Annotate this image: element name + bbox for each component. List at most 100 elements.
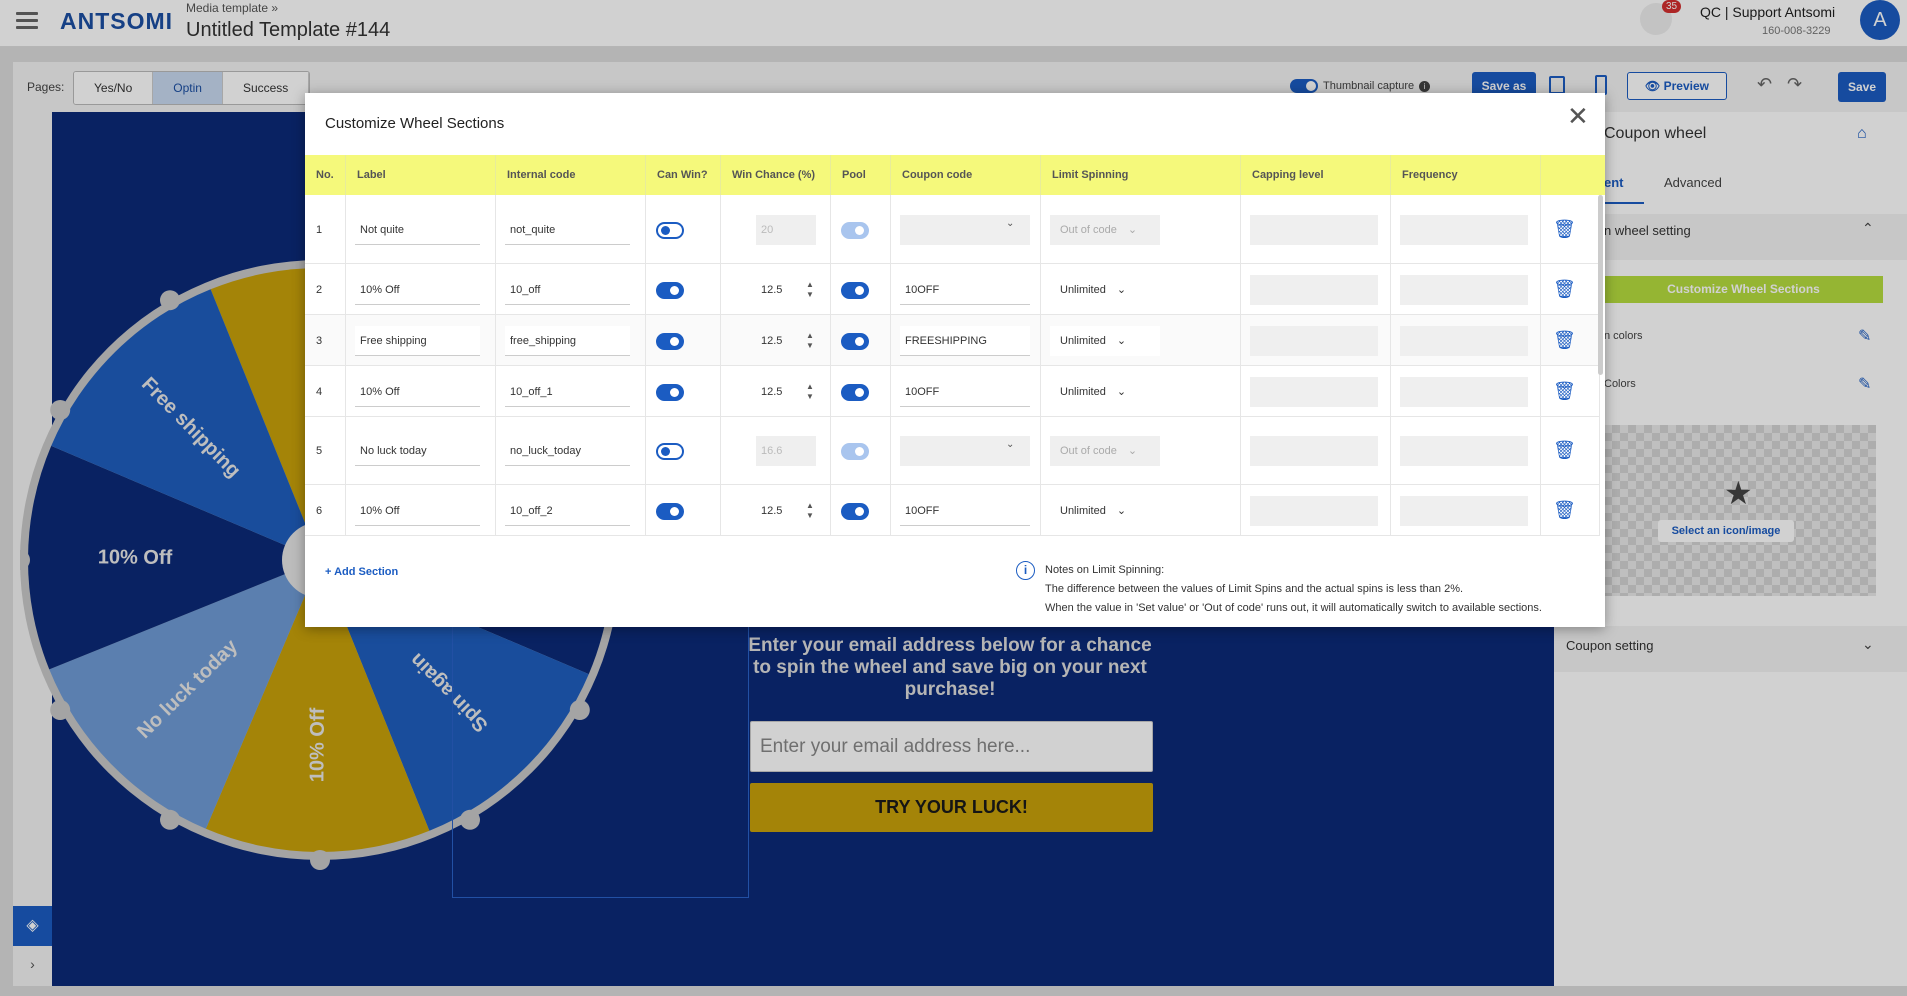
redo-icon[interactable]: ↷ [1787, 74, 1802, 95]
capping-level-input[interactable] [1250, 496, 1378, 526]
capping-level-input[interactable] [1250, 215, 1378, 245]
edit-icon[interactable]: ✎ [1858, 326, 1871, 346]
capping-level-input[interactable] [1250, 436, 1378, 466]
breadcrumb[interactable]: Media template » [186, 1, 278, 15]
stepper-icon[interactable]: ▲ ▼ [806, 331, 814, 351]
coupon-code-select[interactable]: 10OFF [900, 496, 1030, 526]
coupon-code-select[interactable]: 10OFF [900, 275, 1030, 305]
tab-advanced[interactable]: Advanced [1664, 175, 1722, 190]
trash-icon[interactable]: 🗑 [1553, 500, 1576, 521]
label-input[interactable]: No luck today [355, 436, 480, 466]
home-icon[interactable]: ⌂ [1857, 125, 1867, 143]
limit-spinning-select[interactable]: Unlimited ⌄ [1050, 496, 1160, 526]
pool-toggle[interactable] [841, 332, 869, 350]
col-frequency: Frequency [1391, 155, 1541, 195]
label-input[interactable]: 10% Off [355, 496, 480, 526]
copy-icon[interactable] [1549, 76, 1565, 94]
can-win-toggle[interactable] [656, 332, 684, 350]
frequency-input[interactable] [1400, 496, 1528, 526]
info-icon: i [1419, 80, 1431, 92]
can-win-toggle[interactable] [656, 502, 684, 520]
frequency-input[interactable] [1400, 326, 1528, 356]
frequency-input[interactable] [1400, 275, 1528, 305]
can-win-toggle[interactable] [656, 383, 684, 401]
internal-code-input[interactable]: 10_off_2 [505, 496, 630, 526]
coupon-code-select[interactable]: 10OFF [900, 377, 1030, 407]
capping-level-input[interactable] [1250, 377, 1378, 407]
col-label: Label [346, 155, 496, 195]
frequency-input[interactable] [1400, 377, 1528, 407]
save-button[interactable]: Save [1838, 72, 1886, 102]
win-chance-input[interactable]: 16.6 [756, 436, 816, 466]
chevron-down-icon[interactable]: ⌄ [1862, 636, 1874, 653]
select-icon-button[interactable]: Select an icon/image [1658, 520, 1794, 542]
layers-icon[interactable]: ◈ [13, 906, 52, 946]
capping-level-input[interactable] [1250, 275, 1378, 305]
internal-code-input[interactable]: not_quite [505, 215, 630, 245]
edit-icon[interactable]: ✎ [1858, 374, 1871, 394]
limit-spinning-select[interactable]: Out of code ⌄ [1050, 215, 1160, 245]
cta-text[interactable]: Enter your email address below for a cha… [748, 635, 1152, 701]
internal-code-input[interactable]: 10_off [505, 275, 630, 305]
trash-icon[interactable]: 🗑 [1553, 330, 1576, 351]
internal-code-input[interactable]: free_shipping [505, 326, 630, 356]
menu-icon[interactable] [16, 12, 38, 29]
frequency-input[interactable] [1400, 436, 1528, 466]
user-name[interactable]: QC | Support Antsomi [1700, 4, 1835, 20]
table-scrollbar[interactable] [1598, 195, 1603, 375]
wheel-label: 10% Off [98, 546, 173, 569]
trash-icon[interactable]: 🗑 [1553, 219, 1576, 240]
coupon-code-select[interactable]: FREESHIPPING [900, 326, 1030, 356]
capping-level-input[interactable] [1250, 326, 1378, 356]
undo-icon[interactable]: ↶ [1757, 74, 1772, 95]
try-luck-button[interactable]: TRY YOUR LUCK! [750, 783, 1153, 832]
pool-toggle [841, 221, 869, 239]
can-win-toggle[interactable] [656, 221, 684, 239]
internal-code-input[interactable]: 10_off_1 [505, 377, 630, 407]
stepper-icon[interactable]: ▲ ▼ [806, 280, 814, 300]
limit-spinning-select[interactable]: Unlimited ⌄ [1050, 377, 1160, 407]
limit-spinning-value: Unlimited [1060, 505, 1106, 517]
tab-content[interactable]: ent [1604, 175, 1644, 204]
trash-icon[interactable]: 🗑 [1553, 279, 1576, 300]
trash-icon[interactable]: 🗑 [1553, 440, 1576, 461]
pool-toggle[interactable] [841, 383, 869, 401]
chevron-right-icon[interactable]: › [13, 956, 52, 982]
win-chance-input[interactable]: 20 [756, 215, 816, 245]
row-number: 1 [316, 224, 323, 236]
limit-spinning-select[interactable]: Unlimited ⌄ [1050, 326, 1160, 356]
thumbnail-toggle[interactable] [1290, 79, 1318, 93]
label-input[interactable]: 10% Off [355, 377, 480, 407]
customize-wheel-button[interactable]: Customize Wheel Sections [1604, 276, 1883, 303]
pool-toggle[interactable] [841, 281, 869, 299]
limit-spinning-select[interactable]: Out of code ⌄ [1050, 436, 1160, 466]
close-icon[interactable]: ✕ [1567, 103, 1589, 129]
can-win-toggle[interactable] [656, 281, 684, 299]
limit-spinning-value: Out of code [1060, 445, 1117, 457]
tab-success[interactable]: Success [222, 72, 310, 104]
frequency-input[interactable] [1400, 215, 1528, 245]
chevron-down-icon[interactable]: ⌄ [1006, 439, 1030, 450]
trash-icon[interactable]: 🗑 [1553, 381, 1576, 402]
pool-toggle[interactable] [841, 502, 869, 520]
avatar[interactable]: A [1860, 0, 1900, 40]
label-input[interactable]: 10% Off [355, 275, 480, 305]
email-input[interactable]: Enter your email address here... [750, 721, 1153, 772]
modal-title: Customize Wheel Sections [325, 115, 505, 132]
preview-button[interactable]: 👁 Preview [1627, 72, 1727, 100]
add-section-button[interactable]: + Add Section [325, 566, 398, 578]
limit-spinning-select[interactable]: Unlimited ⌄ [1050, 275, 1160, 305]
tab-yes-no[interactable]: Yes/No [74, 72, 154, 104]
internal-code-input[interactable]: no_luck_today [505, 436, 630, 466]
stepper-icon[interactable]: ▲ ▼ [806, 382, 814, 402]
stepper-icon[interactable]: ▲ ▼ [806, 501, 814, 521]
tab-optin[interactable]: Optin [153, 72, 223, 104]
table-body: 1 Not quite not_quite 20 ⌄ Out of code ⌄ 🗑 2 10%… [305, 195, 1600, 547]
chevron-up-icon[interactable]: ⌃ [1862, 220, 1874, 237]
can-win-toggle[interactable] [656, 442, 684, 460]
mobile-icon[interactable] [1595, 75, 1607, 95]
chevron-down-icon[interactable]: ⌄ [1006, 218, 1030, 229]
page-title[interactable]: Untitled Template #144 [186, 19, 390, 42]
label-input[interactable]: Not quite [355, 215, 480, 245]
label-input[interactable]: Free shipping [355, 326, 480, 356]
